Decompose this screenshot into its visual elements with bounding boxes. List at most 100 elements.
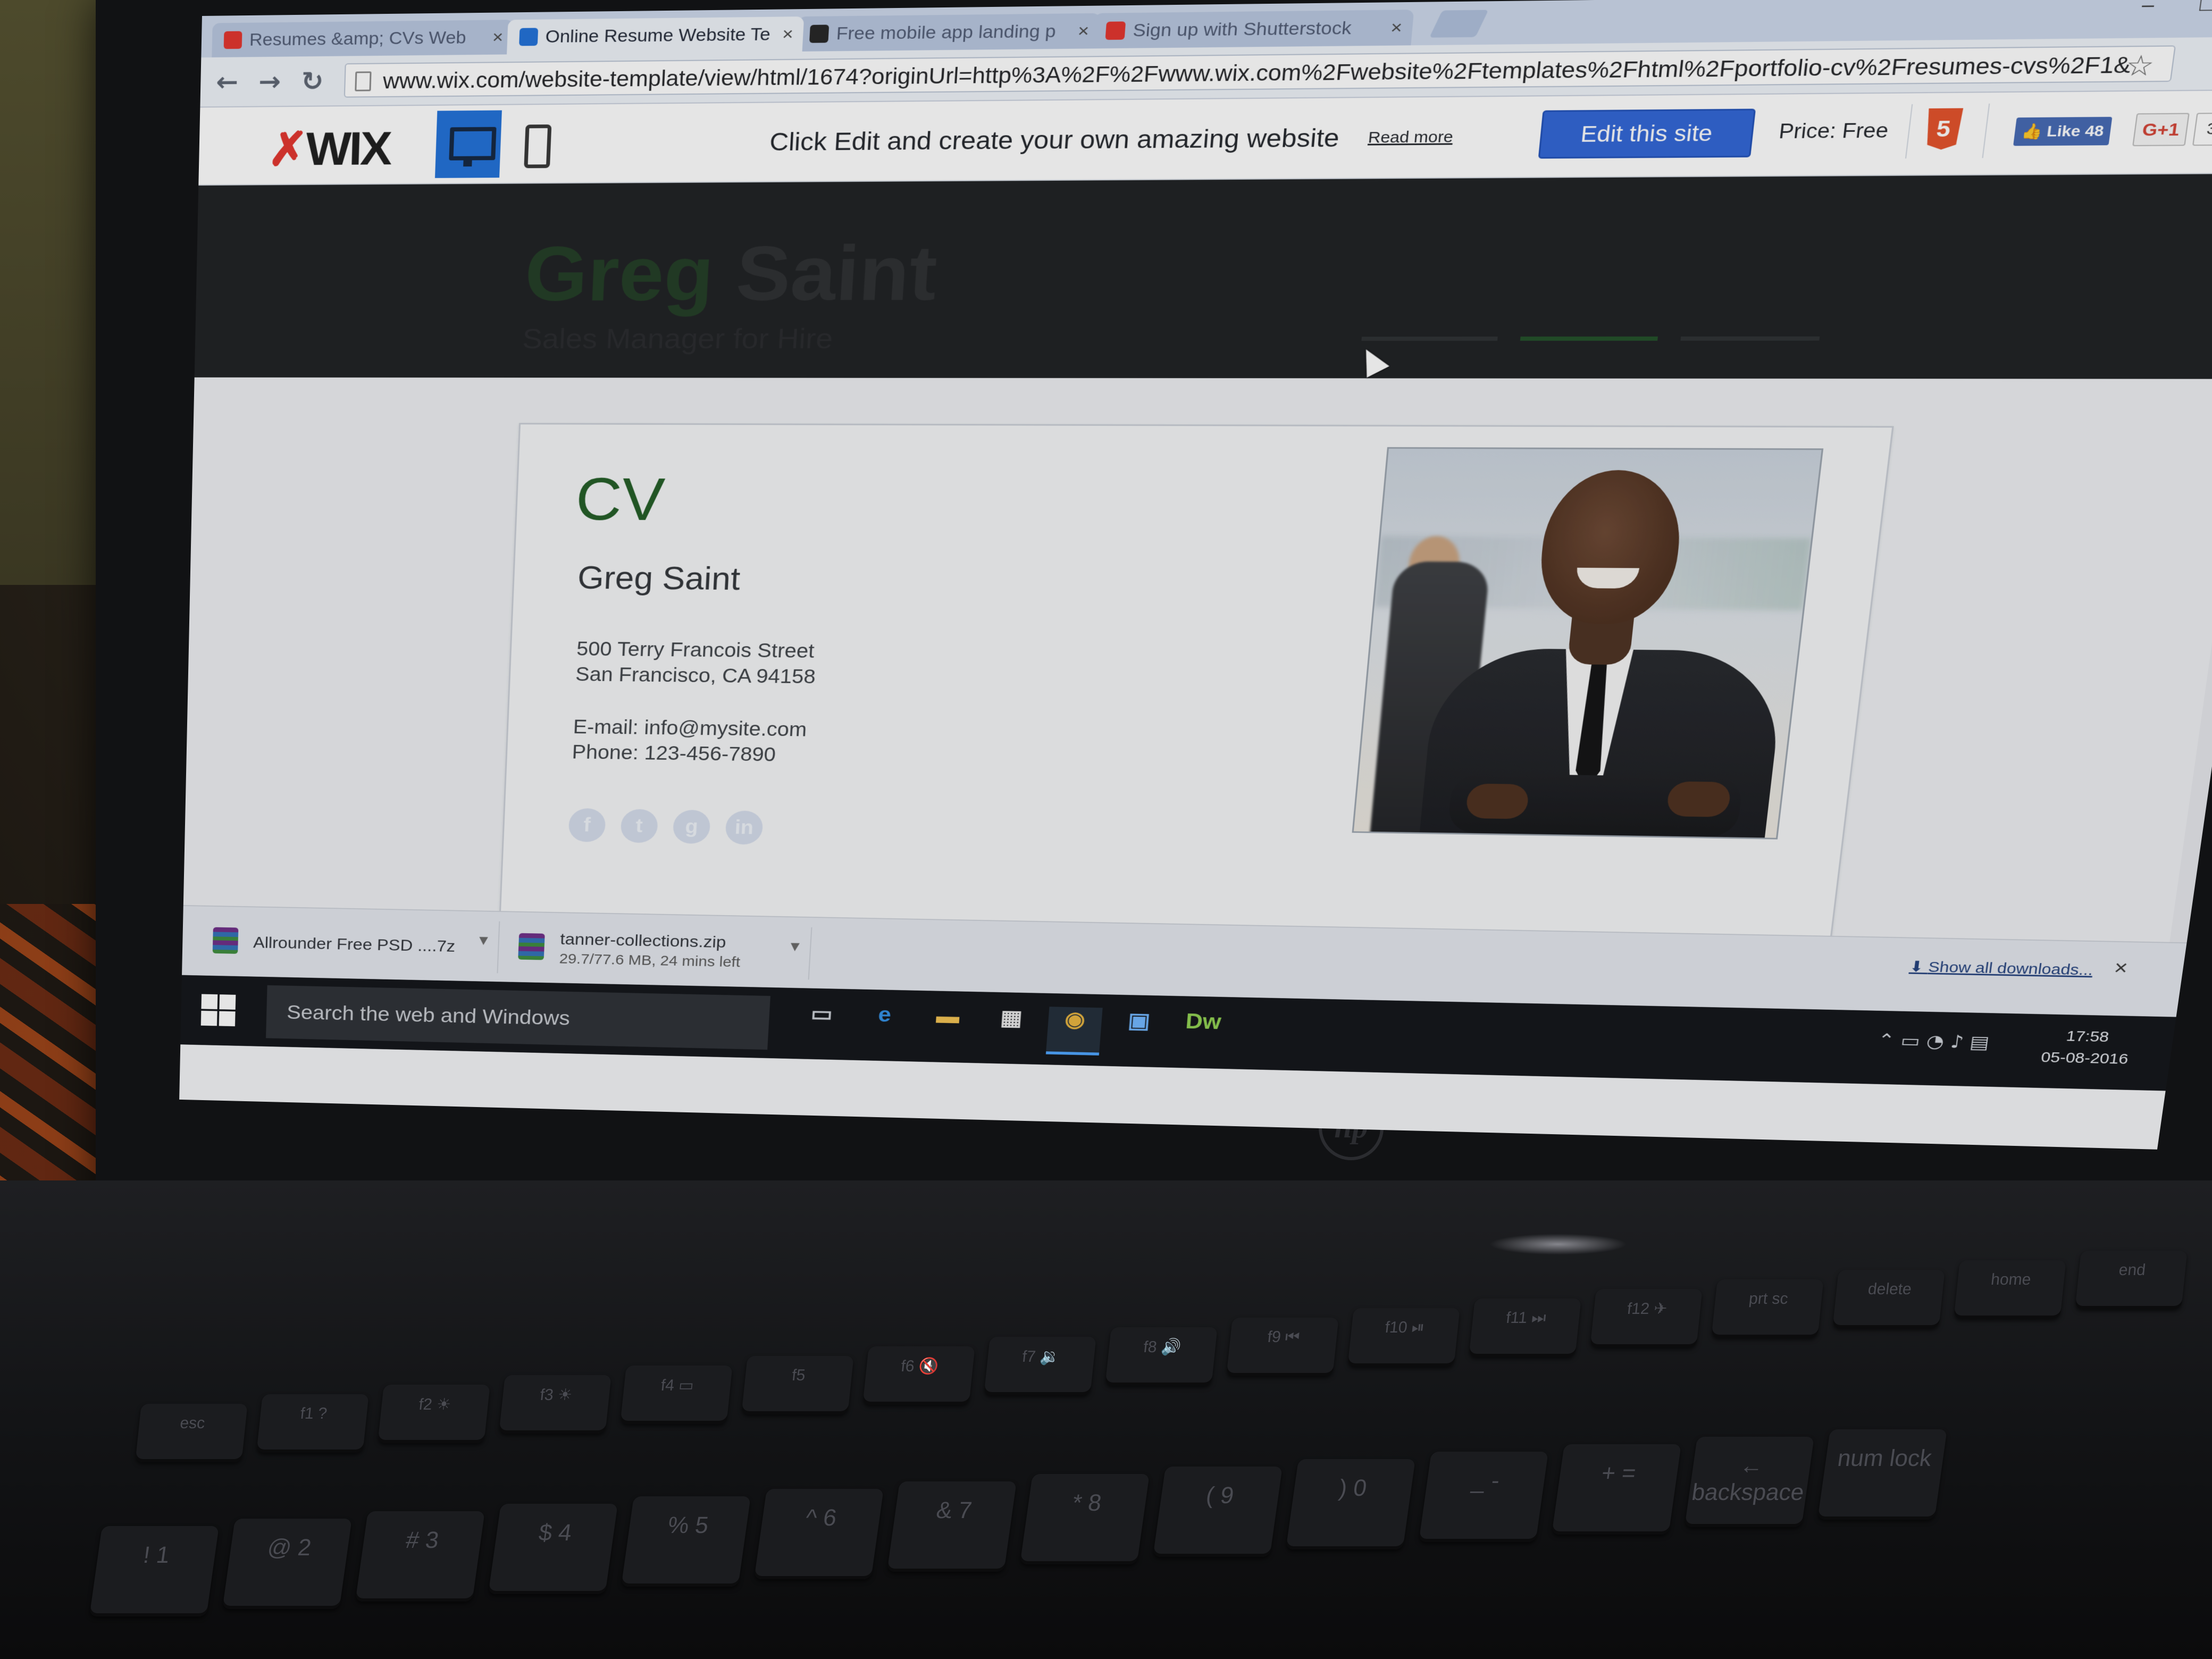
google-plus-count: 39 bbox=[2192, 112, 2212, 146]
archive-file-icon bbox=[212, 927, 239, 954]
cv-address-line1: 500 Terry Francois Street bbox=[576, 638, 815, 663]
keyboard-key-label: # 3 bbox=[404, 1527, 441, 1553]
divider bbox=[1982, 103, 1990, 158]
laptop-screen: Resumes &amp; CVs Web × Online Resume We… bbox=[179, 0, 2212, 1150]
keyboard-key-label: f10 ⏯ bbox=[1384, 1319, 1426, 1336]
wix-logo[interactable]: ✗WIX bbox=[267, 122, 391, 177]
keyboard-key-label: f9 ⏮ bbox=[1267, 1328, 1301, 1346]
tab-close-icon[interactable]: × bbox=[492, 20, 504, 54]
nav-underline[interactable] bbox=[1361, 337, 1498, 341]
browser-tab[interactable]: Free mobile app landing p × bbox=[797, 13, 1101, 52]
site-header: Greg Saint Sales Manager for Hire bbox=[194, 173, 2212, 379]
keyboard-key: esc bbox=[135, 1404, 248, 1462]
profile-photo bbox=[1352, 447, 1824, 840]
photos-icon[interactable]: ▣ bbox=[1110, 1008, 1167, 1054]
linkedin-icon[interactable]: in bbox=[725, 810, 764, 845]
keyboard-key-label: ( 9 bbox=[1204, 1482, 1236, 1509]
system-tray[interactable]: ⌃ ▭ ◔ ♪ ▤ bbox=[1876, 1030, 1991, 1053]
browser-tab[interactable]: Sign up with Shutterstock × bbox=[1092, 10, 1414, 49]
facebook-icon[interactable]: f bbox=[568, 808, 606, 842]
page-icon bbox=[355, 71, 372, 91]
keyboard-key-label: ) 0 bbox=[1337, 1475, 1369, 1501]
download-status: 29.7/77.6 MB, 24 mins left bbox=[559, 951, 741, 970]
chrome-icon[interactable]: ◉ bbox=[1045, 1007, 1103, 1055]
download-item[interactable]: tanner-collections.zip 29.7/77.6 MB, 24 … bbox=[507, 921, 812, 980]
keyboard-key-label: f8 🔊 bbox=[1142, 1338, 1182, 1356]
minimize-icon[interactable]: – bbox=[2119, 0, 2177, 16]
chevron-down-icon[interactable]: ▾ bbox=[479, 931, 488, 950]
desktop-view-button[interactable] bbox=[434, 110, 502, 178]
download-item[interactable]: Allrounder Free PSD ....7z ▾ bbox=[202, 916, 500, 974]
taskbar-search-input[interactable]: Search the web and Windows bbox=[266, 985, 770, 1050]
keyboard-key: f2 ☀ bbox=[378, 1385, 490, 1443]
tab-close-icon[interactable]: × bbox=[1389, 10, 1404, 45]
google-plus-button[interactable]: G+1 bbox=[2132, 113, 2190, 146]
bookmark-star-icon[interactable]: ☆ bbox=[2123, 48, 2156, 85]
desktop-icon-stand bbox=[463, 158, 472, 167]
windows-start-button[interactable] bbox=[200, 994, 237, 1027]
keyboard-key-label: f2 ☀ bbox=[417, 1396, 452, 1413]
edit-this-site-button[interactable]: Edit this site bbox=[1538, 108, 1756, 159]
divider bbox=[1905, 104, 1913, 159]
chevron-down-icon[interactable]: ▾ bbox=[790, 936, 800, 956]
nav-underline-active[interactable] bbox=[1520, 336, 1658, 341]
show-all-downloads-link[interactable]: ⬇ Show all downloads... bbox=[1908, 958, 2094, 979]
keyboard-key: f6 🔇 bbox=[862, 1346, 975, 1405]
price-label: Price: Free bbox=[1778, 119, 1890, 144]
taskbar-clock[interactable]: 17:58 05-08-2016 bbox=[2026, 1025, 2146, 1070]
keyboard-key-label: esc bbox=[179, 1414, 206, 1432]
site-header-subtitle: Sales Manager for Hire bbox=[522, 322, 834, 355]
keyboard-key: f9 ⏮ bbox=[1226, 1318, 1339, 1376]
keyboard-key-label: home bbox=[1990, 1271, 2032, 1288]
facebook-like-button[interactable]: 👍 Like 48 bbox=[2013, 116, 2113, 146]
read-more-link[interactable]: Read more bbox=[1368, 128, 1454, 147]
keyboard-key-label: f7 🔉 bbox=[1021, 1348, 1061, 1365]
download-name: tanner-collections.zip bbox=[559, 930, 727, 952]
tab-title: Sign up with Shutterstock bbox=[1132, 18, 1353, 41]
keyboard-key-label: ! 1 bbox=[141, 1542, 172, 1568]
keyboard-key: num lock bbox=[1817, 1429, 1947, 1520]
keyboard-key-label: f11 ⏭ bbox=[1505, 1309, 1547, 1327]
keyboard-key-label: + = bbox=[1600, 1460, 1638, 1486]
keyboard-key-label: $ 4 bbox=[537, 1520, 574, 1546]
cv-address-line2: San Francisco, CA 94158 bbox=[575, 664, 817, 688]
keyboard-key-label: num lock bbox=[1836, 1445, 1933, 1471]
store-icon[interactable]: ▦ bbox=[983, 1006, 1039, 1051]
photo-scene: hp Resumes &amp; CVs Web × Online Resume… bbox=[0, 0, 2212, 1659]
show-all-label: Show all downloads... bbox=[1927, 959, 2094, 979]
keyboard-key: f11 ⏭ bbox=[1469, 1298, 1581, 1357]
keyboard-key-label: ← backspace bbox=[1690, 1453, 1806, 1505]
wix-tagline: Click Edit and create your own amazing w… bbox=[769, 124, 1340, 156]
desktop-icon bbox=[449, 127, 497, 161]
back-icon[interactable]: ← bbox=[211, 66, 244, 98]
html5-icon: 5 bbox=[1924, 108, 1963, 149]
browser-tab[interactable]: Resumes &amp; CVs Web × bbox=[212, 20, 514, 57]
keyboard-key-label: f6 🔇 bbox=[900, 1358, 940, 1375]
google-plus-icon[interactable]: g bbox=[672, 809, 711, 844]
keyboard-key: f10 ⏯ bbox=[1347, 1308, 1460, 1367]
nav-underline[interactable] bbox=[1680, 336, 1820, 341]
forward-icon[interactable]: → bbox=[253, 66, 286, 97]
tab-close-icon[interactable]: × bbox=[1077, 13, 1091, 49]
mobile-view-button[interactable] bbox=[502, 110, 569, 178]
browser-tab-active[interactable]: Online Resume Website Te × bbox=[507, 16, 805, 55]
close-icon[interactable]: × bbox=[2113, 957, 2129, 980]
keyboard-key-label: ^ 6 bbox=[804, 1505, 839, 1531]
tab-close-icon[interactable]: × bbox=[781, 16, 794, 52]
twitter-icon[interactable]: t bbox=[620, 809, 659, 843]
new-tab-button[interactable] bbox=[1429, 10, 1489, 38]
file-explorer-icon[interactable]: ▬ bbox=[919, 1004, 975, 1050]
keyboard-key: + = bbox=[1552, 1444, 1681, 1535]
restore-icon[interactable]: ❐ bbox=[2180, 0, 2212, 15]
keyboard-key: ! 1 bbox=[89, 1526, 219, 1616]
tab-favicon bbox=[809, 24, 830, 43]
keyboard-key-label: f3 ☀ bbox=[539, 1386, 573, 1404]
keyboard-key: % 5 bbox=[621, 1496, 751, 1587]
cv-email[interactable]: E-mail: info@mysite.com bbox=[573, 716, 807, 741]
dreamweaver-icon[interactable]: Dw bbox=[1174, 1009, 1231, 1055]
task-view-icon[interactable]: ▭ bbox=[794, 1001, 849, 1047]
reload-icon[interactable]: ↻ bbox=[296, 65, 329, 97]
keyboard-key-label: & 7 bbox=[934, 1497, 974, 1523]
edge-icon[interactable]: e bbox=[857, 1003, 912, 1049]
photo-hand bbox=[1465, 783, 1530, 819]
